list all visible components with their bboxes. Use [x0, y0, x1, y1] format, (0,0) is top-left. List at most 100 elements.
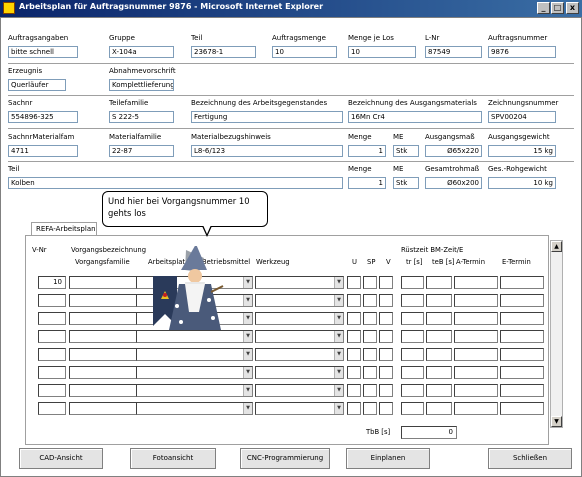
dropdown-arrow-icon[interactable]: ▼ — [243, 313, 252, 324]
grid-werkzeug-cell[interactable]: ▼ — [255, 276, 344, 289]
grid-v-cell[interactable] — [379, 402, 393, 415]
grid-vnr-cell[interactable] — [38, 330, 66, 343]
dropdown-arrow-icon[interactable]: ▼ — [243, 277, 252, 288]
dropdown-arrow-icon[interactable]: ▼ — [243, 367, 252, 378]
cnc-programmierung-button[interactable]: CNC-Programmierung — [240, 448, 330, 469]
grid-u-cell[interactable] — [347, 366, 361, 379]
dropdown-arrow-icon[interactable]: ▼ — [334, 385, 343, 396]
dropdown-arrow-icon[interactable]: ▼ — [334, 349, 343, 360]
dropdown-arrow-icon[interactable]: ▼ — [334, 331, 343, 342]
close-button[interactable]: x — [566, 2, 579, 14]
grid-werkzeug-cell[interactable]: ▼ — [255, 348, 344, 361]
grid-teb-cell[interactable] — [426, 330, 452, 343]
field-erzeugnis[interactable]: Querläufer — [8, 79, 66, 91]
field-zeichnungsnummer[interactable]: SPV00204 — [488, 111, 556, 123]
field-sachnr-materialfam[interactable]: 4711 — [8, 145, 78, 157]
grid-u-cell[interactable] — [347, 348, 361, 361]
dropdown-arrow-icon[interactable]: ▼ — [243, 331, 252, 342]
grid-u-cell[interactable] — [347, 402, 361, 415]
minimize-button[interactable]: _ — [537, 2, 550, 14]
grid-werkzeug-cell[interactable]: ▼ — [255, 402, 344, 415]
grid-e-termin-cell[interactable] — [500, 294, 544, 307]
grid-arbeitsplatz-betriebsmittel-cell[interactable]: ▼ — [136, 384, 253, 397]
dropdown-arrow-icon[interactable]: ▼ — [243, 349, 252, 360]
grid-sp-cell[interactable] — [363, 276, 377, 289]
field-abnahmevorschrift[interactable]: Komplettlieferung — [109, 79, 174, 91]
grid-vnr-cell[interactable] — [38, 366, 66, 379]
grid-sp-cell[interactable] — [363, 366, 377, 379]
grid-arbeitsplatz-betriebsmittel-cell[interactable]: ▼ — [136, 348, 253, 361]
field-me[interactable]: Stk — [393, 145, 419, 157]
field-ausgangsgewicht[interactable]: 15 kg — [488, 145, 556, 157]
grid-vnr-cell[interactable] — [38, 402, 66, 415]
dropdown-arrow-icon[interactable]: ▼ — [334, 403, 343, 414]
tab-refa-arbeitsplan[interactable]: REFA-Arbeitsplan — [31, 222, 97, 236]
grid-sp-cell[interactable] — [363, 294, 377, 307]
grid-teb-cell[interactable] — [426, 384, 452, 397]
grid-werkzeug-cell[interactable]: ▼ — [255, 366, 344, 379]
grid-e-termin-cell[interactable] — [500, 276, 544, 289]
field-ausgangsmass[interactable]: Ø65x220 — [425, 145, 482, 157]
grid-a-termin-cell[interactable] — [454, 294, 498, 307]
grid-u-cell[interactable] — [347, 330, 361, 343]
grid-teb-cell[interactable] — [426, 312, 452, 325]
field-teil[interactable]: 23678-1 — [191, 46, 256, 58]
field-gruppe[interactable]: X-104a — [109, 46, 174, 58]
field-teilefamilie[interactable]: S 222-5 — [109, 111, 174, 123]
grid-a-termin-cell[interactable] — [454, 384, 498, 397]
grid-a-termin-cell[interactable] — [454, 312, 498, 325]
grid-teb-cell[interactable] — [426, 366, 452, 379]
grid-sp-cell[interactable] — [363, 348, 377, 361]
dropdown-arrow-icon[interactable]: ▼ — [243, 295, 252, 306]
maximize-button[interactable]: □ — [551, 2, 564, 14]
tbb-field[interactable]: 0 — [401, 426, 457, 439]
field-materialfamilie[interactable]: 22-87 — [109, 145, 174, 157]
grid-teb-cell[interactable] — [426, 348, 452, 361]
grid-tr-cell[interactable] — [401, 330, 424, 343]
grid-a-termin-cell[interactable] — [454, 276, 498, 289]
grid-werkzeug-cell[interactable]: ▼ — [255, 294, 344, 307]
grid-u-cell[interactable] — [347, 384, 361, 397]
field-teil-2[interactable]: Kolben — [8, 177, 343, 189]
grid-werkzeug-cell[interactable]: ▼ — [255, 330, 344, 343]
grid-teb-cell[interactable] — [426, 294, 452, 307]
grid-v-cell[interactable] — [379, 294, 393, 307]
grid-v-cell[interactable] — [379, 366, 393, 379]
grid-vnr-cell[interactable] — [38, 348, 66, 361]
grid-e-termin-cell[interactable] — [500, 384, 544, 397]
grid-e-termin-cell[interactable] — [500, 366, 544, 379]
grid-scrollbar[interactable]: ▲ ▼ — [550, 240, 563, 428]
field-auftragsnummer[interactable]: 9876 — [488, 46, 556, 58]
field-bezeichnung-arbeitsgegenstand[interactable]: Fertigung — [191, 111, 343, 123]
grid-v-cell[interactable] — [379, 276, 393, 289]
grid-teb-cell[interactable] — [426, 402, 452, 415]
grid-sp-cell[interactable] — [363, 402, 377, 415]
field-bezeichnung-ausgangsmaterial[interactable]: 16Mn Cr4 — [348, 111, 482, 123]
grid-teb-cell[interactable] — [426, 276, 452, 289]
fotoansicht-button[interactable]: Fotoansicht — [130, 448, 216, 469]
dropdown-arrow-icon[interactable]: ▼ — [334, 295, 343, 306]
grid-v-cell[interactable] — [379, 312, 393, 325]
grid-arbeitsplatz-betriebsmittel-cell[interactable]: ▼ — [136, 402, 253, 415]
schliessen-button[interactable]: Schließen — [488, 448, 572, 469]
field-ges-rohgewicht[interactable]: 10 kg — [488, 177, 556, 189]
grid-tr-cell[interactable] — [401, 348, 424, 361]
grid-sp-cell[interactable] — [363, 330, 377, 343]
grid-werkzeug-cell[interactable]: ▼ — [255, 384, 344, 397]
dropdown-arrow-icon[interactable]: ▼ — [334, 313, 343, 324]
grid-vnr-cell[interactable] — [38, 384, 66, 397]
grid-a-termin-cell[interactable] — [454, 366, 498, 379]
grid-e-termin-cell[interactable] — [500, 312, 544, 325]
scroll-up-icon[interactable]: ▲ — [551, 241, 562, 252]
field-auftragsangaben[interactable]: bitte schnell — [8, 46, 78, 58]
grid-vnr-cell[interactable] — [38, 312, 66, 325]
field-auftragsmenge[interactable]: 10 — [272, 46, 337, 58]
grid-e-termin-cell[interactable] — [500, 330, 544, 343]
field-me-2[interactable]: Stk — [393, 177, 419, 189]
grid-tr-cell[interactable] — [401, 402, 424, 415]
field-materialbezugshinweis[interactable]: L8-6/123 — [191, 145, 343, 157]
grid-u-cell[interactable] — [347, 276, 361, 289]
grid-sp-cell[interactable] — [363, 384, 377, 397]
grid-tr-cell[interactable] — [401, 366, 424, 379]
grid-v-cell[interactable] — [379, 384, 393, 397]
